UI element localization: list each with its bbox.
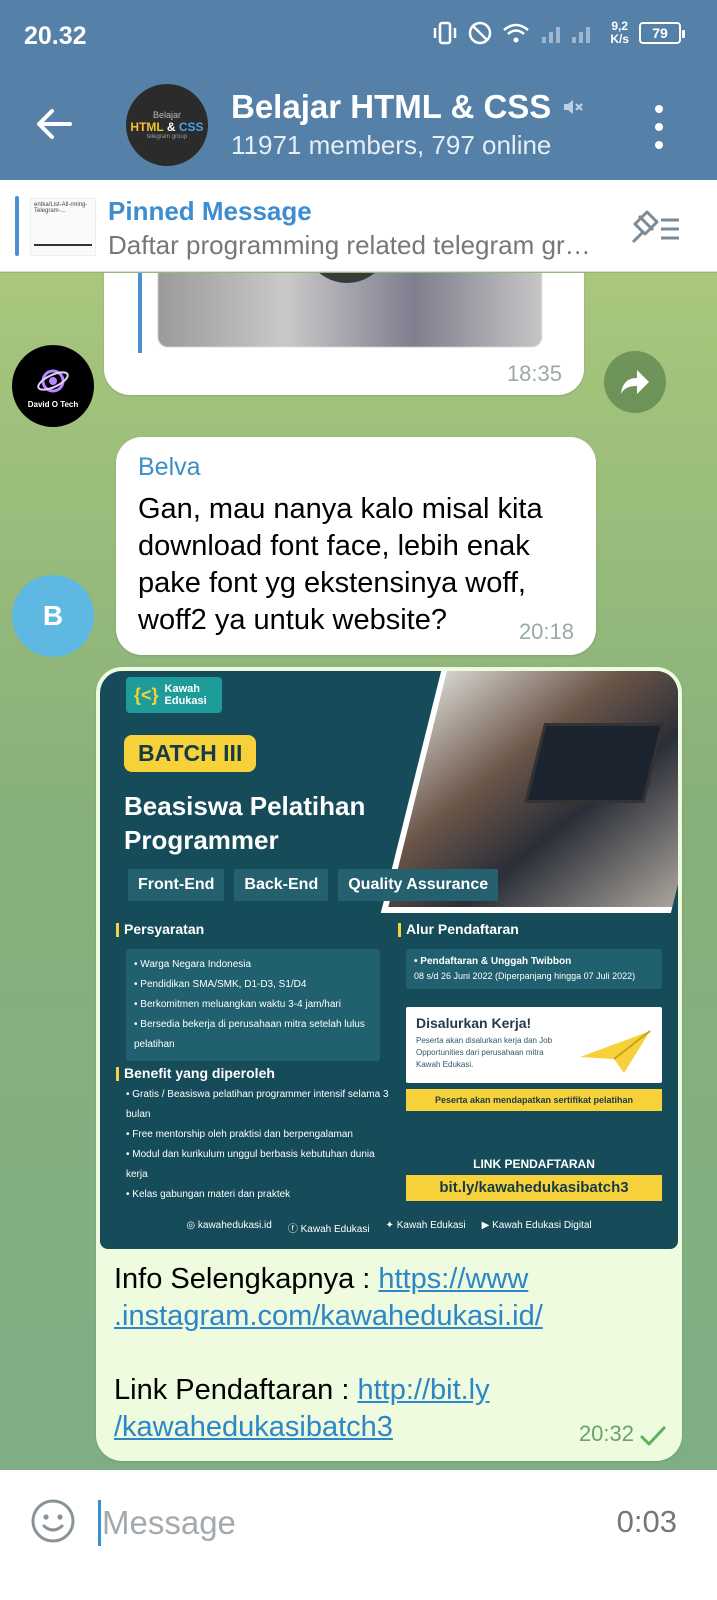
three-dots-icon[interactable] <box>647 105 671 149</box>
network-speed: 9,2 K/s <box>610 19 629 46</box>
chat-title[interactable]: Belajar HTML & CSS <box>231 88 585 126</box>
share-arrow-icon <box>621 370 649 394</box>
pinned-list-icon[interactable] <box>627 208 683 248</box>
muted-speaker-icon <box>564 100 584 114</box>
signal-icon <box>542 27 591 43</box>
planet-logo-icon <box>37 369 69 392</box>
registration-link[interactable]: http://bit.ly <box>357 1374 489 1406</box>
poster-tags: Front-End Back-End Quality Assurance <box>128 869 499 901</box>
message-text: Gan, mau nanya kalo misal kita download … <box>138 493 543 636</box>
sender-name[interactable]: Belva <box>138 453 201 482</box>
message-time: 20:32 <box>578 1421 634 1446</box>
message-input[interactable] <box>102 1500 572 1546</box>
message-text: Info Selengkapnya : https://www .instagr… <box>114 1263 543 1443</box>
poster-footer: ◎ kawahedukasi.id ⓕ Kawah Edukasi ✦ Kawa… <box>100 1220 678 1235</box>
facebook-handle: ⓕ Kawah Edukasi <box>287 1224 370 1235</box>
job-card: Disalurkan Kerja! Peserta akan disalurka… <box>406 1007 662 1083</box>
paper-plane-icon <box>580 1030 651 1073</box>
registration-link-box: bit.ly/kawahedukasibatch3 <box>406 1175 662 1201</box>
pinned-thumbnail: entka/List-All-rming-Telegram-... <box>30 198 96 256</box>
chat-messages[interactable]: ✕ 18:35 David O Tech Belva Gan, mau nany… <box>0 273 717 1470</box>
wifi-icon <box>503 23 530 43</box>
forward-button[interactable] <box>604 351 666 413</box>
tag: Back-End <box>234 869 329 901</box>
avatar-belva[interactable]: B <box>12 575 94 657</box>
benefit-list: Gratis / Beasiswa pelatihan programmer i… <box>126 1085 396 1205</box>
reply-quote-line <box>138 273 142 353</box>
flow-step: • Pendaftaran & Unggah Twibbon 08 s/d 26… <box>406 949 662 989</box>
battery-indicator: 79 <box>639 22 685 44</box>
instagram-link[interactable]: .instagram.com/kawahedukasi.id/ <box>114 1300 543 1332</box>
pinned-title: Pinned Message <box>108 196 312 226</box>
link-heading: LINK PENDAFTARAN <box>473 1157 595 1171</box>
message-bubble-outgoing[interactable]: {<} Kawah Edukasi BATCH III Beasiswa Pela… <box>96 667 682 1461</box>
do-not-disturb-icon <box>469 21 492 45</box>
pinned-text: Daftar programming related telegram gr… <box>108 230 591 260</box>
instagram-link[interactable]: https://www <box>378 1263 528 1295</box>
requirements-heading: Persyaratan <box>116 921 204 937</box>
status-icons: 9,2 K/s 79 <box>432 19 685 46</box>
chat-header: 20.32 9,2 K/s 79 Belajar HTML & CSS tele… <box>0 0 717 180</box>
pinned-message-bar[interactable]: entka/List-All-rming-Telegram-... Pinned… <box>0 180 717 272</box>
back-arrow-icon[interactable] <box>30 100 78 148</box>
avatar-david[interactable]: David O Tech <box>12 345 94 427</box>
batch-badge: BATCH III <box>124 735 257 772</box>
blurred-media-preview[interactable] <box>158 273 542 347</box>
pinned-indicator <box>15 196 19 256</box>
certificate-banner: Peserta akan mendapatkan sertifikat pela… <box>406 1089 662 1111</box>
group-avatar[interactable]: Belajar HTML & CSS telegram group <box>126 84 208 166</box>
poster-title: Beasiswa Pelatihan Programmer <box>124 791 366 855</box>
tag: Quality Assurance <box>338 869 499 901</box>
brand-icon: {<} <box>134 685 159 705</box>
tag: Front-End <box>128 869 225 901</box>
twitter-handle: ✦ Kawah Edukasi <box>385 1220 466 1231</box>
benefit-heading: Benefit yang diperoleh <box>116 1065 275 1081</box>
youtube-handle: ▶ Kawah Edukasi Digital <box>481 1220 592 1231</box>
chat-subtitle: 11971 members, 797 online <box>231 130 552 160</box>
registration-link[interactable]: /kawahedukasibatch3 <box>114 1411 393 1443</box>
status-time: 20.32 <box>24 22 87 50</box>
message-input-bar: 0:03 <box>0 1470 717 1600</box>
flow-heading: Alur Pendaftaran <box>398 921 519 937</box>
check-icon <box>640 1426 666 1446</box>
record-timer: 0:03 <box>616 1504 677 1539</box>
text-cursor <box>98 1500 101 1546</box>
brand-logo: {<} Kawah Edukasi <box>126 677 222 713</box>
emoji-icon[interactable] <box>30 1498 76 1544</box>
vibrate-icon <box>434 21 457 45</box>
message-bubble[interactable]: ✕ 18:35 <box>104 273 584 395</box>
poster-image[interactable]: {<} Kawah Edukasi BATCH III Beasiswa Pela… <box>100 671 678 1249</box>
message-time: 20:18 <box>518 619 574 644</box>
message-bubble[interactable]: Belva Gan, mau nanya kalo misal kita dow… <box>116 437 596 655</box>
requirements-list: Warga Negara Indonesia Pendidikan SMA/SM… <box>126 949 380 1061</box>
instagram-handle: ◎ kawahedukasi.id <box>186 1220 272 1231</box>
message-time: 18:35 <box>506 361 562 386</box>
